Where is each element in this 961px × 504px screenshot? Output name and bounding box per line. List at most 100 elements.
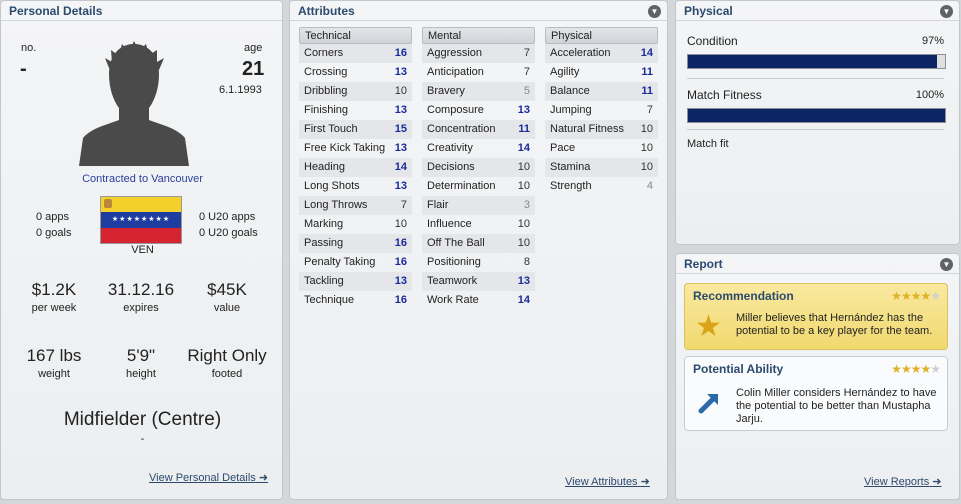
contract-status[interactable]: Contracted to Vancouver — [1, 173, 284, 185]
attribute-name: Dribbling — [304, 85, 348, 97]
coat-of-arms-icon — [104, 199, 112, 208]
attribute-row[interactable]: Free Kick Taking 13 — [299, 139, 412, 158]
attribute-name: Heading — [304, 161, 345, 173]
condition-value: 97% — [921, 35, 944, 47]
weight-value: 167 lbs — [26, 346, 82, 365]
attribute-name: Determination — [427, 180, 496, 192]
view-personal-details-link[interactable]: View Personal Details ➜ — [149, 471, 268, 484]
attribute-row[interactable]: Tackling 13 — [299, 272, 412, 291]
wage-value: $1.2K — [31, 280, 77, 299]
attribute-name: Jumping — [550, 104, 592, 116]
attribute-row[interactable]: Pace 10 — [545, 139, 658, 158]
preferred-foot-value: Right Only — [187, 346, 267, 365]
physical-column: Physical Acceleration 14 Agility 11 Balance 1… — [545, 27, 658, 196]
attribute-row[interactable]: Heading 14 — [299, 158, 412, 177]
view-reports-link[interactable]: View Reports ➜ — [864, 475, 942, 488]
attribute-name: Passing — [304, 237, 344, 249]
weight-label: weight — [38, 368, 70, 380]
attribute-value: 10 — [640, 161, 653, 173]
mental-list: Aggression 7 Anticipation 7 Bravery 5 Composur… — [422, 44, 535, 310]
attribute-row[interactable]: Decisions 10 — [422, 158, 535, 177]
attribute-row[interactable]: Jumping 7 — [545, 101, 658, 120]
fitness-status: Match fit — [687, 138, 729, 150]
preferred-foot-label: footed — [211, 368, 243, 380]
attribute-row[interactable]: Influence 10 — [422, 215, 535, 234]
attribute-value: 14 — [517, 294, 530, 306]
arrow-right-icon: ➜ — [932, 476, 942, 488]
recommendation-text: Miller believes that Hernández has the p… — [736, 312, 933, 337]
contract-expiry-value: 31.12.16 — [107, 280, 175, 299]
attribute-value: 13 — [394, 275, 407, 287]
collapse-chevron-icon[interactable]: ▼ — [648, 5, 661, 18]
potential-ability-text: Colin Miller considers Hernández to have… — [736, 387, 937, 425]
recommendation-card[interactable]: Recommendation ★★★★★ ★ Miller believes t… — [684, 283, 948, 350]
attribute-row[interactable]: Stamina 10 — [545, 158, 658, 177]
attribute-row[interactable]: Flair 3 — [422, 196, 535, 215]
attribute-row[interactable]: Balance 11 — [545, 82, 658, 101]
attribute-row[interactable]: Strength 4 — [545, 177, 658, 196]
attribute-value: 13 — [517, 275, 530, 287]
attribute-name: Crossing — [304, 66, 348, 78]
squad-number-label: no. — [21, 42, 37, 54]
attribute-value: 11 — [641, 85, 653, 97]
attribute-value: 14 — [394, 161, 407, 173]
attribute-row[interactable]: Aggression 7 — [422, 44, 535, 63]
attribute-value: 10 — [640, 142, 653, 154]
attribute-row[interactable]: Dribbling 10 — [299, 82, 412, 101]
attribute-row[interactable]: Technique 16 — [299, 291, 412, 310]
attribute-row[interactable]: Determination 10 — [422, 177, 535, 196]
attribute-row[interactable]: Agility 11 — [545, 63, 658, 82]
attribute-row[interactable]: Off The Ball 10 — [422, 234, 535, 253]
attribute-value: 14 — [640, 47, 653, 59]
collapse-chevron-icon[interactable]: ▼ — [940, 258, 953, 271]
attribute-row[interactable]: Natural Fitness 10 — [545, 120, 658, 139]
attribute-row[interactable]: Marking 10 — [299, 215, 412, 234]
attribute-row[interactable]: Composure 13 — [422, 101, 535, 120]
potential-ability-card[interactable]: Potential Ability ★★★★★ Colin Miller con… — [684, 356, 948, 431]
transfer-value: $45K — [207, 280, 247, 299]
attribute-row[interactable]: Finishing 13 — [299, 101, 412, 120]
mental-header[interactable]: Mental — [422, 27, 535, 44]
attribute-value: 10 — [394, 85, 407, 97]
goals-count: 0 goals — [36, 227, 72, 239]
position-subtext: - — [140, 433, 145, 445]
attribute-value: 16 — [394, 47, 407, 59]
attribute-value: 13 — [394, 142, 407, 154]
attribute-row[interactable]: Positioning 8 — [422, 253, 535, 272]
attribute-value: 11 — [518, 123, 530, 135]
physical-panel: Physical ▼ Condition 97% Match Fitness 1… — [675, 0, 960, 245]
attribute-row[interactable]: Long Throws 7 — [299, 196, 412, 215]
attribute-row[interactable]: Teamwork 13 — [422, 272, 535, 291]
attribute-row[interactable]: Acceleration 14 — [545, 44, 658, 63]
venezuela-flag-icon[interactable]: ★★★★★★★★ — [100, 196, 182, 244]
attribute-name: Marking — [304, 218, 344, 230]
physical-list: Acceleration 14 Agility 11 Balance 11 Jumping 7… — [545, 44, 658, 196]
attribute-row[interactable]: First Touch 15 — [299, 120, 412, 139]
physical-header[interactable]: Physical — [545, 27, 658, 44]
attribute-row[interactable]: Passing 16 — [299, 234, 412, 253]
attribute-name: Composure — [427, 104, 484, 116]
collapse-chevron-icon[interactable]: ▼ — [940, 5, 953, 18]
attribute-name: Balance — [550, 85, 590, 97]
technical-header[interactable]: Technical — [299, 27, 412, 44]
technical-column: Technical Corners 16 Crossing 13 Dribbling 10… — [299, 27, 412, 310]
attribute-row[interactable]: Penalty Taking 16 — [299, 253, 412, 272]
attribute-row[interactable]: Crossing 13 — [299, 63, 412, 82]
attribute-row[interactable]: Concentration 11 — [422, 120, 535, 139]
attribute-row[interactable]: Work Rate 14 — [422, 291, 535, 310]
condition-label: Condition — [687, 34, 738, 48]
attribute-row[interactable]: Creativity 14 — [422, 139, 535, 158]
attribute-row[interactable]: Anticipation 7 — [422, 63, 535, 82]
attribute-row[interactable]: Bravery 5 — [422, 82, 535, 101]
attribute-name: Teamwork — [427, 275, 478, 287]
attribute-name: Long Shots — [304, 180, 360, 192]
attribute-name: Off The Ball — [427, 237, 485, 249]
attribute-name: Corners — [304, 47, 344, 59]
attribute-value: 13 — [517, 104, 530, 116]
view-attributes-link[interactable]: View Attributes ➜ — [565, 475, 650, 488]
attribute-row[interactable]: Corners 16 — [299, 44, 412, 63]
attribute-row[interactable]: Long Shots 13 — [299, 177, 412, 196]
attribute-value: 3 — [523, 199, 530, 211]
mental-column: Mental Aggression 7 Anticipation 7 Bravery 5 C… — [422, 27, 535, 310]
attribute-value: 13 — [394, 180, 407, 192]
